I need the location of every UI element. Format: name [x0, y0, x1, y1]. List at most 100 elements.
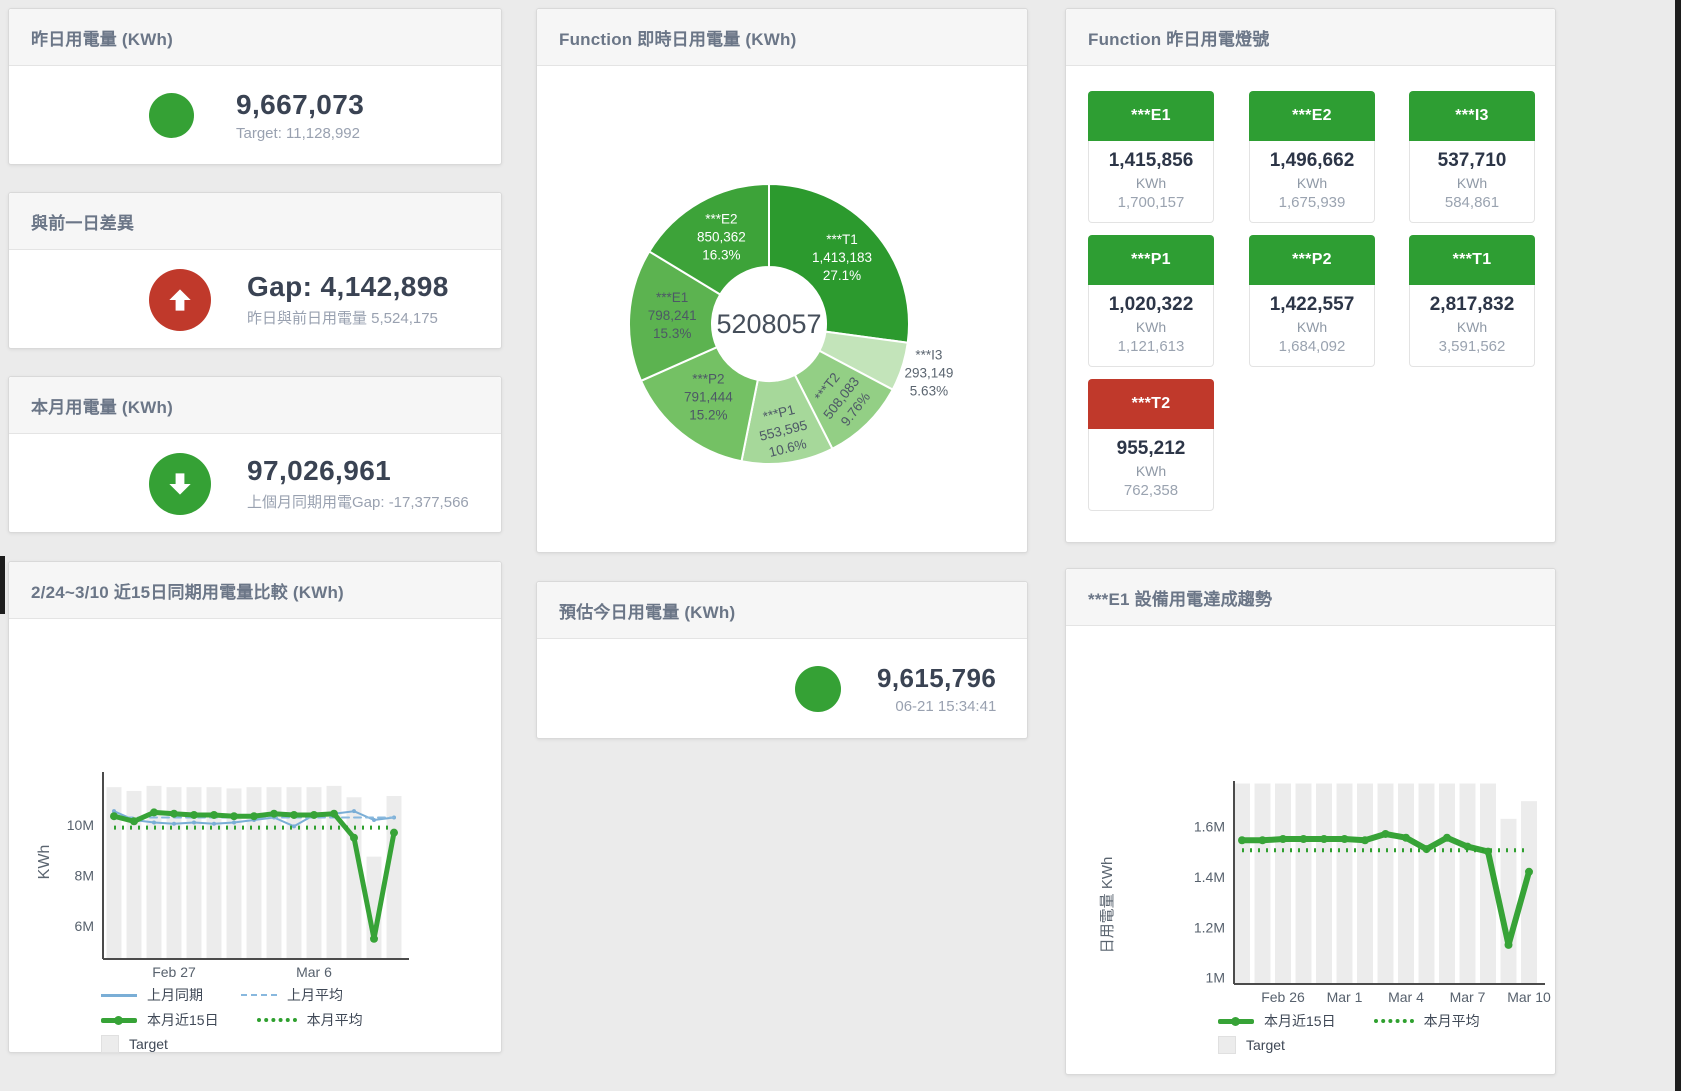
tile-unit: KWh	[1089, 319, 1213, 335]
tile-status-header: ***E2	[1249, 91, 1375, 141]
target-bar	[1357, 784, 1373, 984]
tile-target: 584,861	[1410, 194, 1534, 211]
card-yesterday-usage: 昨日用電量 (KWh) 9,667,073 Target: 11,128,992	[8, 8, 502, 165]
data-point	[1300, 835, 1308, 843]
legend-label: 本月平均	[1424, 1011, 1480, 1031]
target-swatch-icon	[101, 1035, 119, 1053]
stat-body: 9,667,073 Target: 11,128,992	[9, 66, 501, 165]
card-header: 2/24~3/10 近15日同期用電量比較 (KWh)	[9, 562, 501, 619]
tile-target: 1,121,613	[1089, 338, 1213, 355]
x-tick-label: Mar 10	[1507, 989, 1551, 1005]
data-point	[1259, 836, 1267, 844]
legend-item[interactable]: 本月近15日	[101, 1010, 219, 1030]
yesterday-usage-target: Target: 11,128,992	[236, 125, 364, 142]
tile-status-header: ***T2	[1088, 379, 1214, 429]
data-point	[270, 810, 278, 818]
card-header: 與前一日差異	[9, 193, 501, 250]
e1-chart-legend: 本月近15日 本月平均 Target	[1218, 1011, 1480, 1054]
data-point	[250, 812, 258, 820]
data-point	[1443, 834, 1451, 842]
tile-unit: KWh	[1410, 319, 1534, 335]
stat-text: 9,615,796 06-21 15:34:41	[877, 663, 996, 715]
light-tiles-grid: ***E11,415,856KWh1,700,157 ***E21,496,662…	[1066, 9, 1555, 542]
light-tile-E2: ***E21,496,662KWh1,675,939	[1249, 91, 1375, 223]
e1-trend-line-chart: 1M1.2M1.4M1.6MFeb 26Mar 1Mar 4Mar 7Mar 1…	[1066, 569, 1557, 1076]
card-header: 預估今日用電量 (KWh)	[537, 582, 1027, 639]
data-point	[190, 811, 198, 819]
card-title: Function 即時日用電量 (KWh)	[559, 25, 796, 50]
light-tile-P2: ***P21,422,557KWh1,684,092	[1249, 235, 1375, 367]
donut-slice-label: ***I3293,1495.63%	[905, 347, 954, 398]
tile-status-header: ***P1	[1088, 235, 1214, 285]
line-icon	[101, 994, 137, 997]
card-header: Function 即時日用電量 (KWh)	[537, 9, 1027, 66]
light-tile-T1: ***T12,817,832KWh3,591,562	[1409, 235, 1535, 367]
stat-body: Gap: 4,142,898 昨日與前日用電量 5,524,175	[9, 250, 501, 349]
card-title: 預估今日用電量 (KWh)	[559, 598, 735, 623]
x-tick-label: Mar 4	[1388, 989, 1424, 1005]
data-point	[292, 824, 296, 828]
data-point	[212, 822, 216, 826]
legend-item[interactable]: 上月同期	[101, 985, 203, 1005]
legend-item[interactable]: Target	[1218, 1036, 1285, 1054]
tile-value: 537,710	[1410, 150, 1534, 172]
legend-item[interactable]: Target	[101, 1035, 168, 1053]
card-header: ***E1 設備用電達成趨勢	[1066, 569, 1555, 626]
right-scrollbar[interactable]	[1675, 0, 1681, 1091]
prev-day-gap-value: Gap: 4,142,898	[247, 271, 449, 303]
dashboard: { "colors":{ "green":"#35a135","red":"#c…	[0, 0, 1681, 1091]
target-bar	[1337, 784, 1353, 984]
legend-row: 本月近15日 本月平均	[101, 1010, 363, 1030]
stat-body: 97,026,961 上個月同期用電Gap: -17,377,566	[9, 434, 501, 533]
month-usage-gap: 上個月同期用電Gap: -17,377,566	[247, 491, 469, 512]
data-point	[1341, 835, 1349, 843]
light-tile-T2: ***T2955,212KWh762,358	[1088, 379, 1214, 511]
target-bar	[1255, 784, 1271, 984]
target-bar	[1378, 784, 1394, 984]
data-point	[1320, 835, 1328, 843]
card-header: 本月用電量 (KWh)	[9, 377, 501, 434]
data-point	[330, 810, 338, 818]
data-point	[170, 810, 178, 818]
light-tile-E1: ***E11,415,856KWh1,700,157	[1088, 91, 1214, 223]
card-title: ***E1 設備用電達成趨勢	[1088, 585, 1272, 610]
tile-value: 1,020,322	[1089, 294, 1213, 316]
dashed-line-icon	[241, 994, 277, 996]
legend-label: Target	[129, 1036, 168, 1052]
data-point	[1402, 834, 1410, 842]
data-point	[232, 821, 236, 825]
y-tick-label: 1M	[1206, 970, 1225, 986]
card-15day-compare-chart: 6M8M10MFeb 27Mar 6KWh 2/24~3/10 近15日同期用電…	[8, 561, 502, 1053]
legend-item[interactable]: 本月近15日	[1218, 1011, 1336, 1031]
tile-value: 1,422,557	[1250, 294, 1374, 316]
card-title: 昨日用電量 (KWh)	[31, 25, 173, 50]
donut-center-total: 5208057	[716, 309, 821, 339]
legend-item[interactable]: 本月平均	[1374, 1011, 1480, 1031]
prev-day-gap-sub: 昨日與前日用電量 5,524,175	[247, 307, 449, 328]
month-usage-value: 97,026,961	[247, 455, 469, 487]
thick-line-icon	[101, 1018, 137, 1023]
target-bar	[1439, 784, 1455, 984]
legend-item[interactable]: 上月平均	[241, 985, 343, 1005]
card-header: 昨日用電量 (KWh)	[9, 9, 501, 66]
x-tick-label: Feb 27	[152, 964, 196, 980]
tile-unit: KWh	[1250, 175, 1374, 191]
data-point	[1382, 830, 1390, 838]
target-bar	[1296, 784, 1312, 984]
tile-body: 1,496,662KWh1,675,939	[1249, 141, 1375, 223]
tile-body: 2,817,832KWh3,591,562	[1409, 285, 1535, 367]
tile-body: 1,415,856KWh1,700,157	[1088, 141, 1214, 223]
dotted-line-icon	[1374, 1019, 1414, 1023]
left-scroll-indicator[interactable]	[0, 556, 5, 614]
x-tick-label: Feb 26	[1261, 989, 1305, 1005]
tile-unit: KWh	[1410, 175, 1534, 191]
thick-line-icon	[1218, 1019, 1254, 1024]
target-bar	[1460, 784, 1476, 984]
card-title: 2/24~3/10 近15日同期用電量比較 (KWh)	[31, 578, 344, 603]
tile-unit: KWh	[1089, 175, 1213, 191]
target-bar	[1419, 784, 1435, 984]
legend-item[interactable]: 本月平均	[257, 1010, 363, 1030]
data-point	[1361, 836, 1369, 844]
realtime-usage-donut-chart: ***T11,413,18327.1%***I3293,1495.63%***T…	[537, 9, 1029, 554]
target-bar	[347, 797, 362, 959]
